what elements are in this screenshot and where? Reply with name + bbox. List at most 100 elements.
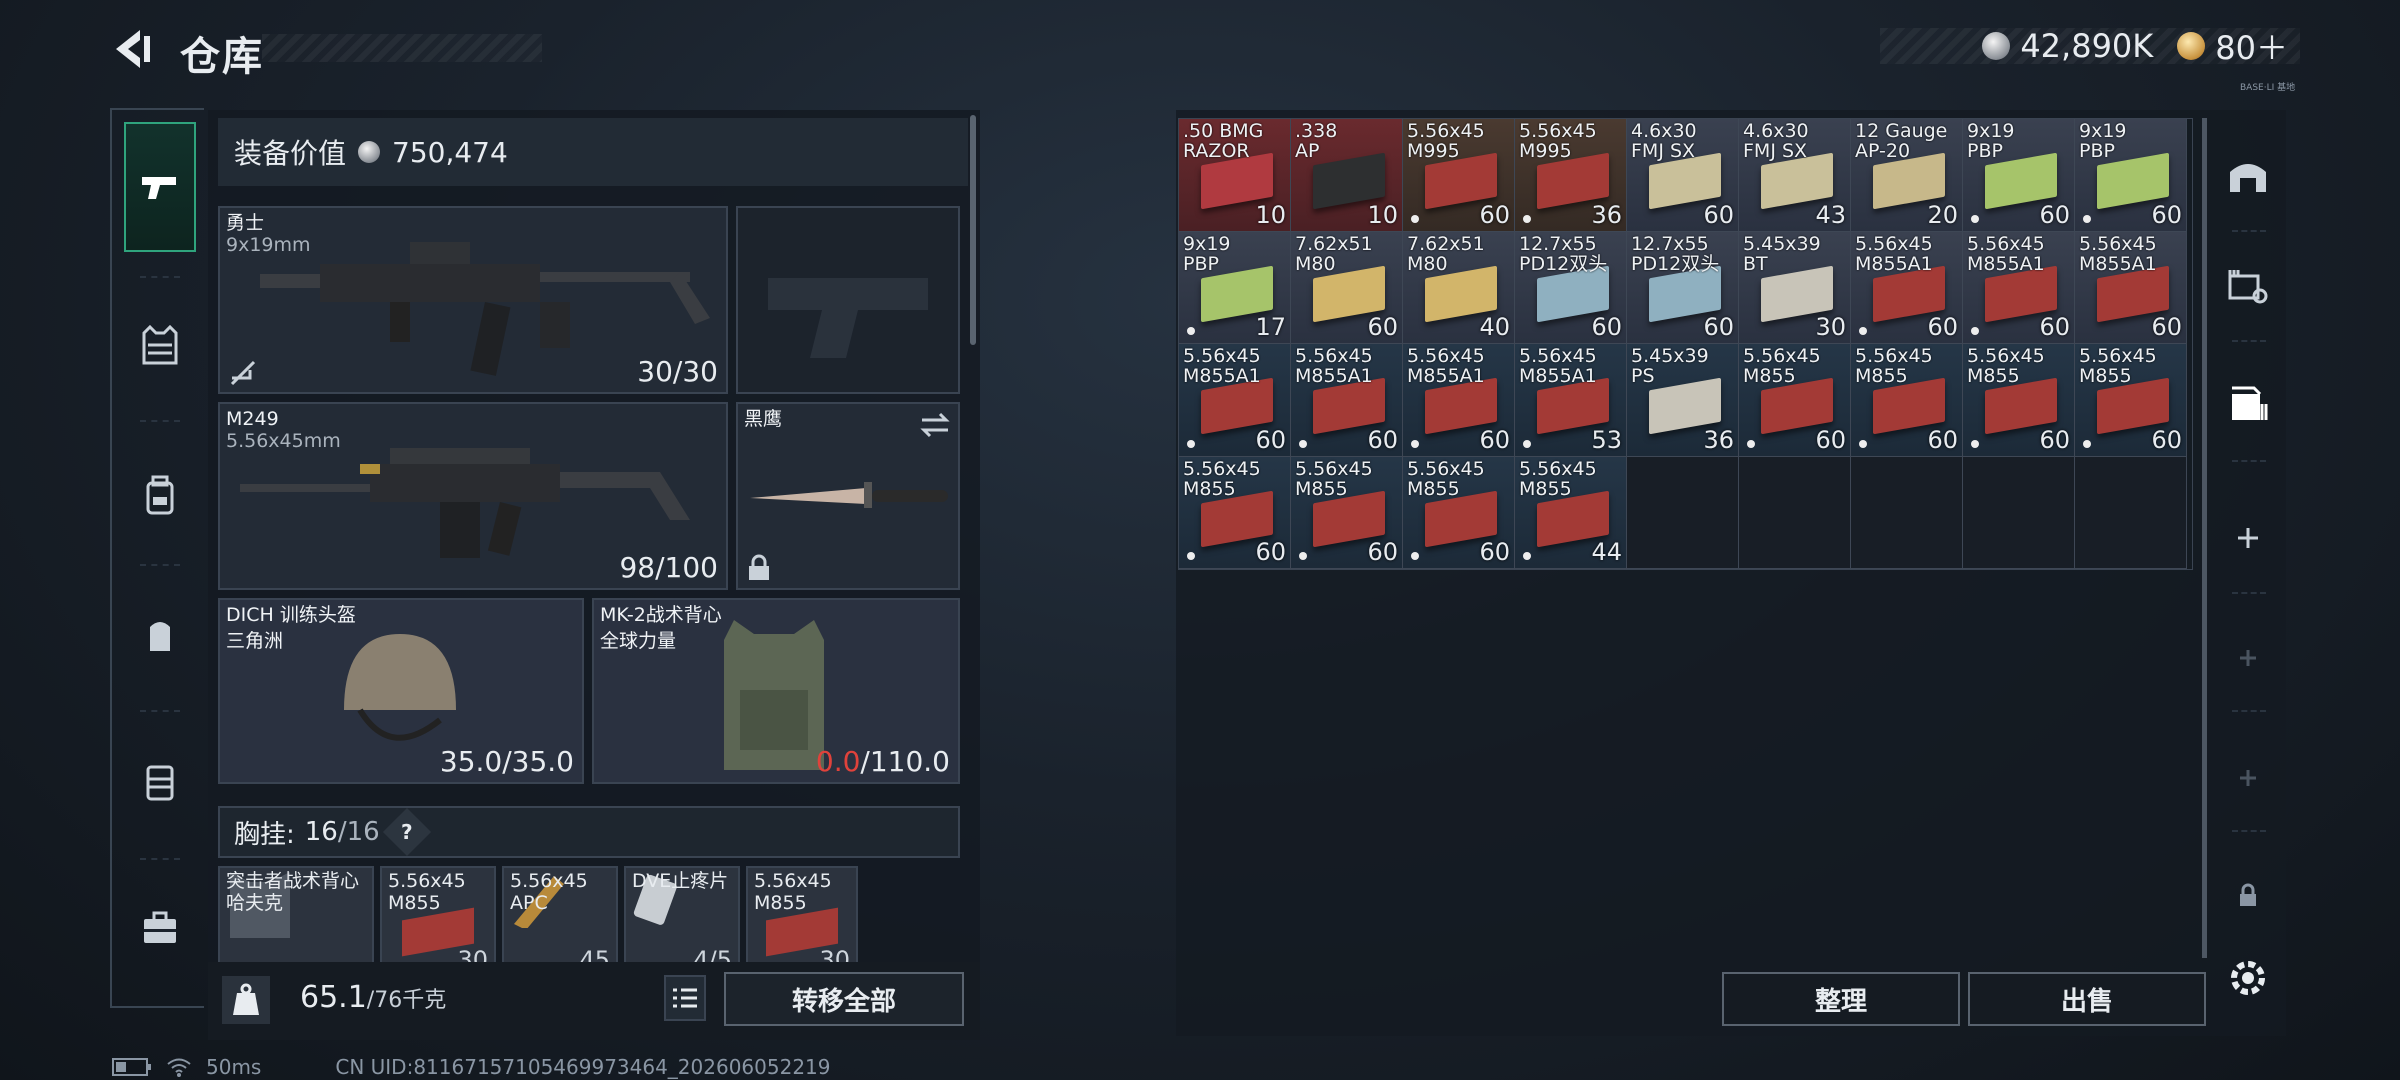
rig-item-vest[interactable]: 突击者战术背心 哈夫克	[218, 866, 374, 966]
chest-capacity: 16/16	[304, 817, 380, 847]
storage-cell[interactable]: 12.7x55 PD12双头 60	[1627, 231, 1739, 344]
item-quantity: 60	[2151, 313, 2182, 341]
item-name: 5.56x45 M855	[1295, 457, 1373, 500]
rail-backpack[interactable]	[124, 430, 196, 560]
item-quantity: 43	[1815, 200, 1846, 229]
rail-case[interactable]	[124, 716, 196, 846]
storage-cell[interactable]: 5.56x45 M855A1 53	[1515, 344, 1627, 457]
item-name: 5.56x45 M855	[1519, 457, 1597, 500]
storage-tabs	[2218, 110, 2278, 970]
add-storage-button[interactable]	[2218, 502, 2278, 574]
storage-cell[interactable]: 5.56x45 M855A1 60	[1851, 231, 1963, 344]
item-quantity: 60	[1591, 313, 1622, 341]
storage-cell[interactable]: 5.56x45 M855A1 60	[1963, 231, 2075, 344]
storage-cell[interactable]: .338 AP 10	[1291, 119, 1403, 232]
armor-slot[interactable]: MK-2战术背心 全球力量 0.0/110.0	[592, 598, 960, 784]
help-icon[interactable]: ?	[382, 807, 431, 857]
tab-storage-2[interactable]	[2218, 250, 2278, 322]
title-decoration	[262, 34, 542, 62]
empty-cell[interactable]	[1739, 456, 1851, 569]
rig-item-ammo[interactable]: 5.56x45 M855 30	[746, 866, 858, 966]
new-item-dot	[1859, 439, 1867, 448]
storage-cell[interactable]: 5.56x45 M855A1 60	[1179, 344, 1291, 457]
rig-item-ammo[interactable]: 5.56x45 APC 45	[502, 866, 618, 966]
storage-cell[interactable]: 5.56x45 M855A1 60	[1403, 344, 1515, 457]
equip-scrollbar[interactable]	[970, 115, 976, 345]
storage-cell[interactable]: 9x19 PBP 17	[1179, 231, 1291, 344]
item-name: 5.45x39 PS	[1631, 345, 1709, 387]
primary-weapon-slot[interactable]: 勇士 9x19mm 30/30	[218, 206, 728, 394]
storage-cell[interactable]: 5.45x39 PS 36	[1627, 344, 1739, 457]
item-name: 5.56x45 M855A1	[1295, 345, 1373, 387]
empty-cell[interactable]	[1627, 456, 1739, 569]
warehouse-icon	[2230, 164, 2266, 192]
storage-cell[interactable]: 4.6x30 FMJ SX 43	[1739, 119, 1851, 232]
empty-cell[interactable]	[1963, 456, 2075, 569]
storage-cell[interactable]: 5.56x45 M855 44	[1515, 456, 1627, 569]
item-quantity: 44	[1591, 538, 1622, 566]
tab-warehouse[interactable]	[2218, 140, 2278, 212]
item-name: 5.56x45 M855	[1183, 457, 1261, 500]
storage-cell[interactable]: 12 Gauge AP-20 20	[1851, 119, 1963, 232]
gold-amount[interactable]: 80＋	[2215, 23, 2288, 69]
storage-cell[interactable]: 5.56x45 M995 60	[1403, 119, 1515, 232]
empty-cell[interactable]	[2075, 456, 2187, 569]
crate-icon	[2232, 386, 2268, 420]
vest-icon	[142, 324, 178, 365]
tab-storage-3[interactable]	[2218, 368, 2278, 440]
pouch-icon	[150, 622, 170, 651]
rail-weapons[interactable]	[124, 122, 196, 252]
storage-cell[interactable]: 5.56x45 M855 60	[1291, 456, 1403, 569]
helmet-slot[interactable]: DICH 训练头盔 三角洲 35.0/35.0	[218, 598, 584, 784]
item-name: 7.62x51 M80	[1295, 232, 1373, 275]
storage-cell[interactable]: 5.56x45 M855A1 60	[2075, 231, 2187, 344]
storage-cell[interactable]: 5.56x45 M855 60	[1179, 456, 1291, 569]
equip-value-amount: 750,474	[392, 135, 508, 169]
storage-cell[interactable]: 5.56x45 M855 60	[1963, 344, 2075, 457]
primary-ammo: 30/30	[637, 355, 718, 388]
pistol-silhouette	[768, 278, 928, 358]
rail-toolbox[interactable]	[124, 862, 196, 992]
secondary-weapon-slot[interactable]: M249 5.56x45mm 98/100	[218, 402, 728, 590]
storage-cell[interactable]: 12.7x55 PD12双头 60	[1515, 231, 1627, 344]
toolbox-icon	[144, 911, 176, 943]
melee-slot[interactable]: 黑鹰	[736, 402, 960, 590]
item-name: 5.56x45 M855A1	[1855, 232, 1933, 275]
rig-item-ammo[interactable]: 5.56x45 M855 30	[380, 866, 496, 966]
storage-cell[interactable]: 7.62x51 M80 60	[1291, 231, 1403, 344]
storage-scrollbar[interactable]	[2202, 118, 2207, 958]
settings-gear-icon[interactable]	[2222, 952, 2274, 1004]
sell-button[interactable]: 出售	[1968, 972, 2206, 1026]
item-name: .338 AP	[1295, 120, 1338, 162]
storage-cell[interactable]: .50 BMG RAZOR 10	[1179, 119, 1291, 232]
transfer-all-button[interactable]: 转移全部	[724, 972, 964, 1026]
item-name: 9x19 PBP	[2079, 120, 2127, 162]
empty-cell[interactable]	[1851, 456, 1963, 569]
add-storage-button[interactable]	[2218, 622, 2278, 694]
storage-cell[interactable]: 7.62x51 M80 40	[1403, 231, 1515, 344]
item-name: 4.6x30 FMJ SX	[1631, 120, 1697, 162]
storage-cell[interactable]: 9x19 PBP 60	[2075, 119, 2187, 232]
sort-button[interactable]: 整理	[1722, 972, 1960, 1026]
storage-cell[interactable]: 5.56x45 M855 60	[2075, 344, 2187, 457]
list-view-button[interactable]	[664, 975, 706, 1021]
storage-cell[interactable]: 5.56x45 M995 36	[1515, 119, 1627, 232]
storage-cell[interactable]: 4.6x30 FMJ SX 60	[1627, 119, 1739, 232]
item-quantity: 40	[1479, 313, 1510, 341]
sidearm-slot[interactable]	[736, 206, 960, 394]
storage-cell[interactable]: 5.56x45 M855 60	[1403, 456, 1515, 569]
swap-icon[interactable]	[918, 410, 952, 440]
storage-cell[interactable]: 9x19 PBP 60	[1963, 119, 2075, 232]
storage-cell[interactable]: 5.56x45 M855 60	[1739, 344, 1851, 457]
item-name: 5.56x45 M855A1	[1407, 345, 1485, 387]
rig-item-medical[interactable]: DVE止疼片 4/5	[624, 866, 740, 966]
rail-armor[interactable]	[124, 280, 196, 410]
storage-cell[interactable]: 5.56x45 M855 60	[1851, 344, 1963, 457]
item-name: 12.7x55 PD12双头	[1631, 232, 1720, 275]
rail-pouch[interactable]	[124, 570, 196, 700]
gold-coin-icon	[2177, 32, 2206, 60]
add-storage-button[interactable]	[2218, 742, 2278, 814]
storage-cell[interactable]: 5.56x45 M855A1 60	[1291, 344, 1403, 457]
back-arrow-icon[interactable]	[110, 26, 152, 72]
storage-cell[interactable]: 5.45x39 BT 30	[1739, 231, 1851, 344]
